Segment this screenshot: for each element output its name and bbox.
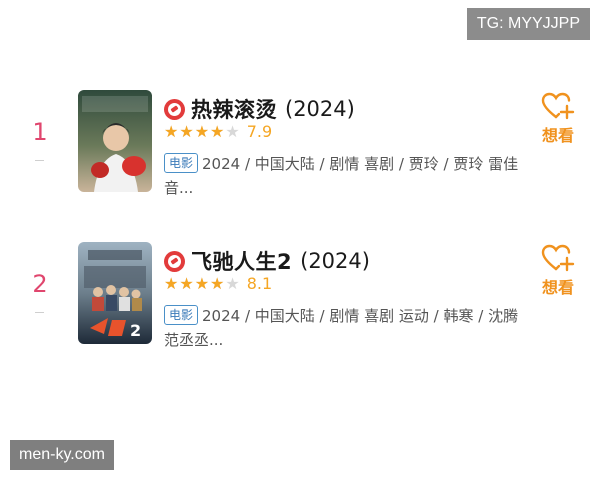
rank-divider bbox=[35, 312, 44, 313]
movie-poster[interactable]: 2 bbox=[78, 242, 152, 344]
movie-title[interactable]: 热辣滚烫 bbox=[191, 94, 277, 124]
heart-plus-icon bbox=[541, 244, 575, 272]
movie-type-icon bbox=[164, 250, 185, 272]
movie-title[interactable]: 飞驰人生2 bbox=[191, 246, 292, 276]
movie-meta: 2024 / 中国大陆 / 剧情 喜剧 运动 / 韩寒 / 沈腾 范丞丞... bbox=[164, 307, 519, 349]
watermark-bottom: men-ky.com bbox=[10, 440, 114, 470]
watermark-top: TG: MYYJJPP bbox=[466, 8, 590, 40]
star-rating-fill: ★★★★★ bbox=[164, 122, 226, 141]
category-tag: 电影 bbox=[164, 305, 199, 325]
movie-type-icon bbox=[164, 98, 185, 120]
star-rating: ★★★★★ ★★★★★ bbox=[164, 273, 241, 293]
svg-text:2: 2 bbox=[130, 321, 141, 340]
heart-plus-icon bbox=[541, 92, 575, 120]
movie-year: (2024) bbox=[285, 97, 355, 121]
movie-year: (2024) bbox=[300, 249, 370, 273]
movie-info: 电影 2024 / 中国大陆 / 剧情 喜剧 / 贾玲 / 贾玲 雷佳音... bbox=[164, 152, 534, 200]
rank-divider bbox=[35, 160, 44, 161]
movie-list-item[interactable]: 2 2 飞驰人生2 (2024) ★★★★★ ★★★★ 8.1 电影 2024 … bbox=[0, 240, 600, 350]
movie-poster[interactable] bbox=[78, 90, 152, 192]
rating-score: 8.1 bbox=[246, 274, 273, 293]
rank-number: 1 bbox=[32, 118, 48, 146]
movie-meta: 2024 / 中国大陆 / 剧情 喜剧 / 贾玲 / 贾玲 雷佳音... bbox=[164, 155, 519, 197]
rank-number: 2 bbox=[32, 270, 48, 298]
want-to-see-button[interactable]: 想看 bbox=[536, 92, 580, 146]
category-tag: 电影 bbox=[164, 153, 199, 173]
want-to-see-button[interactable]: 想看 bbox=[536, 244, 580, 298]
want-to-see-label: 想看 bbox=[541, 278, 574, 297]
rating-score: 7.9 bbox=[246, 122, 273, 141]
star-rating: ★★★★★ ★★★★★ bbox=[164, 121, 241, 141]
star-rating-fill: ★★★★★ bbox=[164, 274, 226, 293]
want-to-see-label: 想看 bbox=[541, 126, 574, 145]
movie-info: 电影 2024 / 中国大陆 / 剧情 喜剧 运动 / 韩寒 / 沈腾 范丞丞..… bbox=[164, 304, 534, 352]
movie-list-item[interactable]: 1 热辣滚烫 (2024) ★★★★★ ★★★★ 7.9 电影 2024 / 中… bbox=[0, 88, 600, 198]
